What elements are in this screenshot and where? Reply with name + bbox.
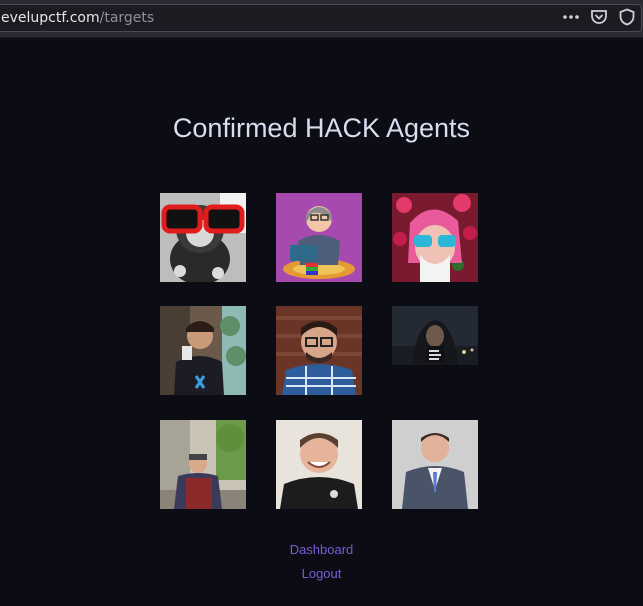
agent-7-avatar xyxy=(160,420,246,509)
agent-6-avatar xyxy=(392,306,478,365)
agent-9-avatar xyxy=(392,420,478,509)
url-host: evelupctf.com xyxy=(1,10,100,26)
shield-icon[interactable] xyxy=(618,8,636,26)
url-bar[interactable]: evelupctf.com/targets xyxy=(0,4,642,32)
url-path: /targets xyxy=(99,10,155,26)
pocket-icon[interactable] xyxy=(590,8,608,26)
agent-2-avatar xyxy=(276,193,362,282)
agent-4-avatar xyxy=(160,306,246,395)
browser-toolbar: evelupctf.com/targets xyxy=(0,0,643,38)
nav-links: Dashboard Logout xyxy=(0,538,643,586)
agent-3-avatar xyxy=(392,193,478,282)
agent-1-avatar xyxy=(160,193,246,282)
more-icon[interactable] xyxy=(562,8,580,26)
dashboard-link[interactable]: Dashboard xyxy=(0,538,643,562)
agent-5-avatar xyxy=(276,306,362,395)
url-text: evelupctf.com/targets xyxy=(1,10,154,26)
page-title: Confirmed HACK Agents xyxy=(172,113,471,143)
logout-link[interactable]: Logout xyxy=(0,562,643,586)
agent-8-avatar xyxy=(276,420,362,509)
